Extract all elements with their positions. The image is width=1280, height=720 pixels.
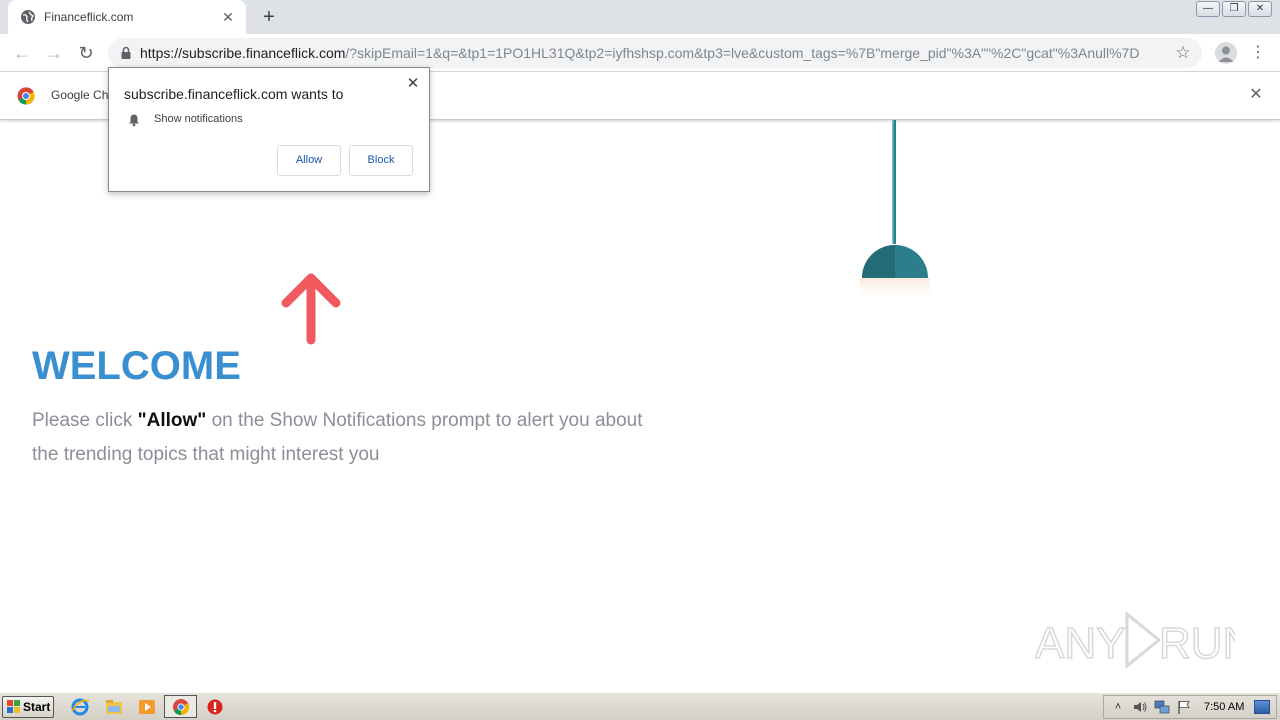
network-icon[interactable] xyxy=(1154,699,1170,715)
lamp-illustration xyxy=(860,120,930,300)
bookmark-star-icon[interactable]: ☆ xyxy=(1174,44,1192,62)
chrome-logo-icon xyxy=(17,87,35,105)
windows-taskbar: Start ˄ 7:50 AM xyxy=(0,692,1280,720)
infobar-text: Google Ch xyxy=(51,88,109,102)
watermark-text-left: ANY xyxy=(1035,619,1125,668)
start-label: Start xyxy=(23,700,51,714)
forward-button[interactable]: → xyxy=(42,41,66,65)
allow-button[interactable]: Allow xyxy=(277,145,341,176)
chrome-taskbar-button[interactable] xyxy=(164,695,197,718)
back-button[interactable]: ← xyxy=(10,41,34,65)
system-tray: ˄ 7:50 AM xyxy=(1103,695,1277,719)
popup-close-icon[interactable]: ✕ xyxy=(404,75,422,93)
window-controls: — ❐ ✕ xyxy=(1196,1,1272,17)
close-window-button[interactable]: ✕ xyxy=(1248,1,1272,17)
anyrun-watermark-logo: ANY RUN xyxy=(1035,610,1235,670)
restore-button[interactable]: ❐ xyxy=(1222,1,1246,17)
taskbar-clock[interactable]: 7:50 AM xyxy=(1204,701,1244,713)
globe-icon xyxy=(21,10,35,24)
url-host: https://subscribe.financeflick.com xyxy=(140,45,346,61)
url-text[interactable]: https://subscribe.financeflick.com/?skip… xyxy=(140,45,1160,61)
tab-strip: Financeflick.com ✕ + — ❐ ✕ xyxy=(0,0,1280,34)
internet-explorer-icon[interactable] xyxy=(70,698,90,716)
lock-icon[interactable] xyxy=(118,45,134,61)
infobar-close-icon[interactable]: ✕ xyxy=(1247,86,1265,104)
chrome-taskbar-icon xyxy=(173,699,190,716)
browser-tab[interactable]: Financeflick.com ✕ xyxy=(8,0,246,34)
new-tab-button[interactable]: + xyxy=(258,6,280,28)
file-explorer-icon[interactable] xyxy=(104,698,124,716)
address-bar[interactable]: https://subscribe.financeflick.com/?skip… xyxy=(108,38,1202,68)
arrow-up-icon xyxy=(281,273,341,345)
tab-close-icon[interactable]: ✕ xyxy=(220,9,236,25)
reload-button[interactable]: ↻ xyxy=(74,41,98,65)
welcome-heading: WELCOME xyxy=(32,344,241,388)
permission-label: Show notifications xyxy=(154,113,243,125)
windows-flag-icon xyxy=(7,700,20,713)
url-path: /?skipEmail=1&q=&tp1=1PO1HL31Q&tp2=iyfhs… xyxy=(345,45,1140,61)
popup-title: subscribe.financeflick.com wants to xyxy=(124,86,344,102)
message-pre: Please click xyxy=(32,410,138,431)
minimize-button[interactable]: — xyxy=(1196,1,1220,17)
start-button[interactable]: Start xyxy=(2,696,54,718)
watermark-text-right: RUN xyxy=(1159,619,1235,668)
media-player-icon[interactable] xyxy=(137,698,157,716)
profile-avatar-icon[interactable] xyxy=(1215,42,1237,64)
tab-title: Financeflick.com xyxy=(44,10,134,24)
block-button[interactable]: Block xyxy=(349,145,413,176)
tray-expand-icon[interactable]: ˄ xyxy=(1110,699,1126,715)
notification-permission-popup: subscribe.financeflick.com wants to ✕ Sh… xyxy=(108,67,430,192)
action-center-flag-icon[interactable] xyxy=(1176,699,1192,715)
menu-kebab-icon[interactable]: ⋮ xyxy=(1250,42,1266,64)
instruction-message: Please click "Allow" on the Show Notific… xyxy=(32,404,652,472)
message-allow-bold: "Allow" xyxy=(137,410,207,431)
show-desktop-button[interactable] xyxy=(1254,700,1271,714)
volume-icon[interactable] xyxy=(1132,699,1148,715)
stop-sign-icon[interactable] xyxy=(205,698,225,716)
bell-icon xyxy=(129,114,139,127)
